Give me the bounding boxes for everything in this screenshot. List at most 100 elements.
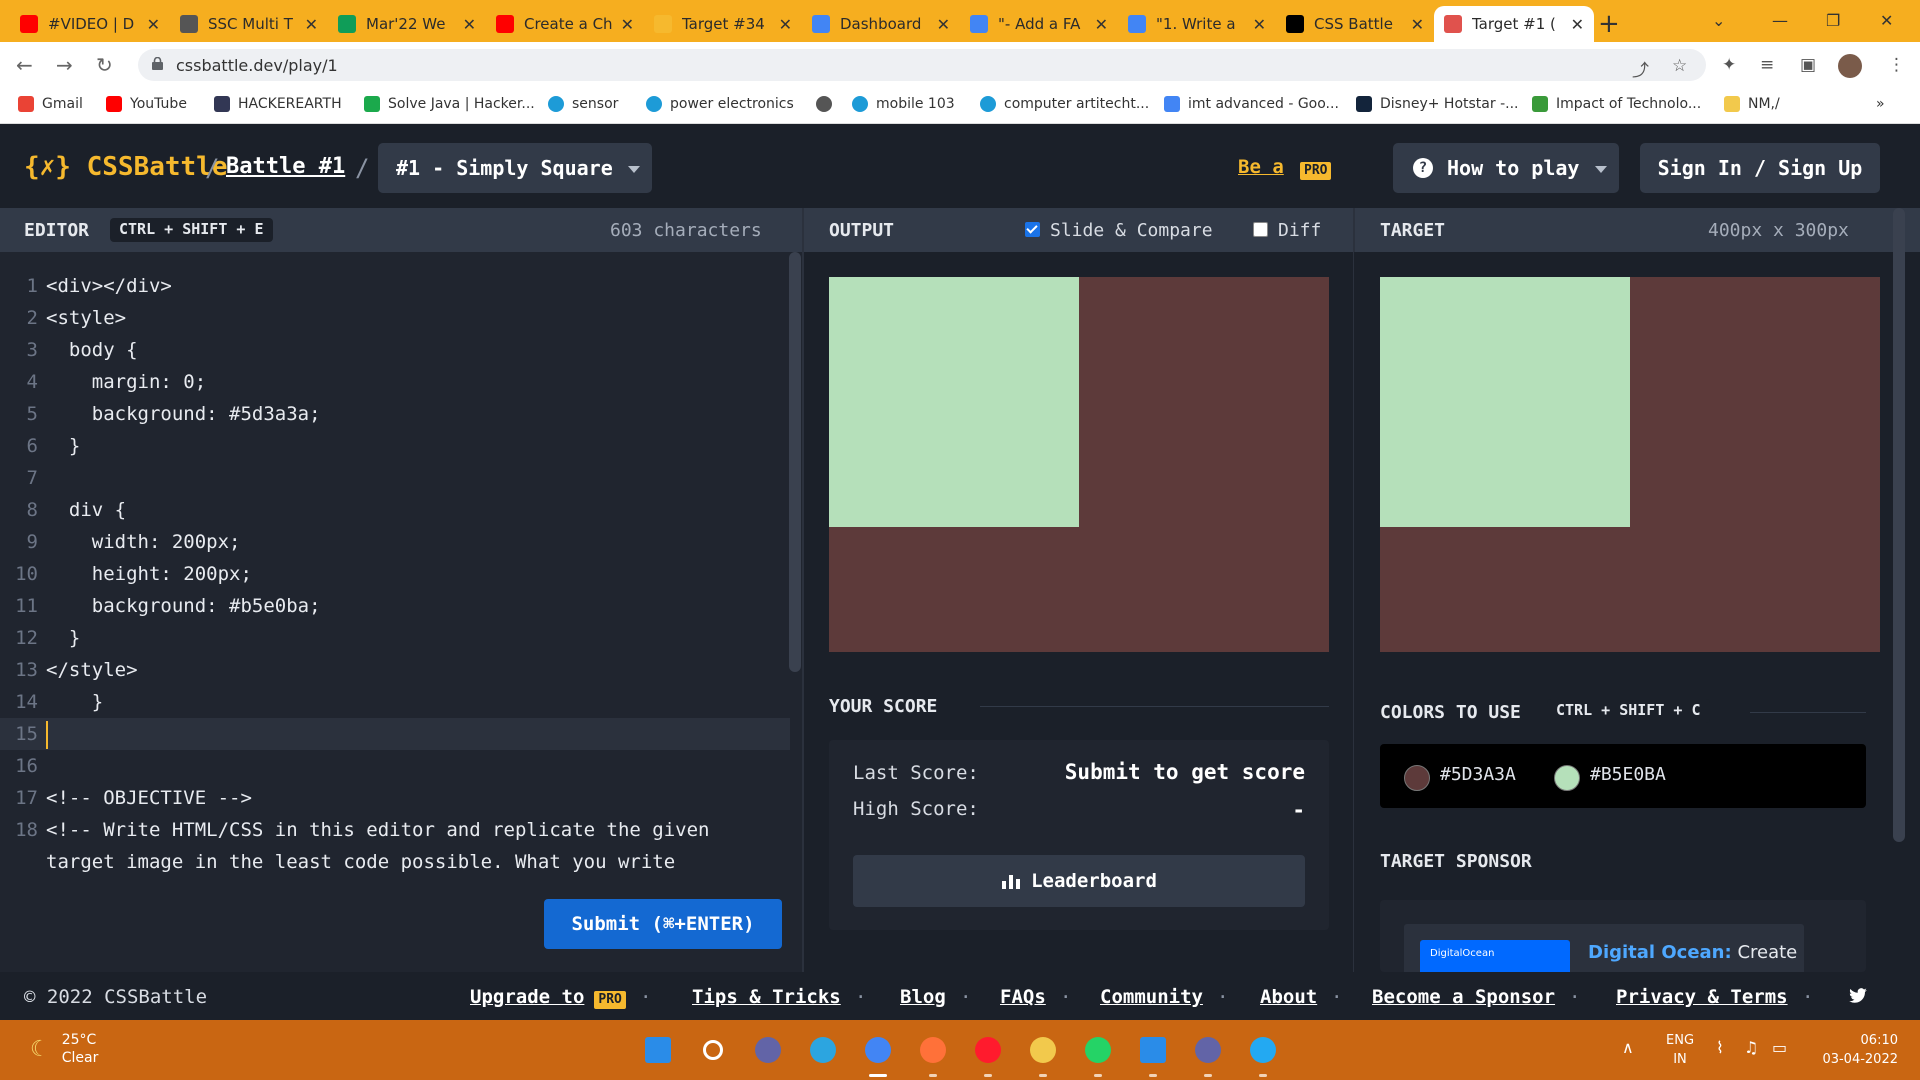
browser-tab[interactable]: "- Add a FA ✕: [960, 6, 1118, 42]
twitter-icon[interactable]: [1848, 988, 1868, 1004]
close-tab-icon[interactable]: ✕: [1411, 15, 1424, 34]
browser-tab[interactable]: Mar'22 We ✕: [328, 6, 486, 42]
sponsor-card[interactable]: DigitalOcean Digital Ocean: Create: [1380, 900, 1866, 972]
extensions-icon[interactable]: ✦: [1722, 55, 1736, 75]
leaderboard-button[interactable]: Leaderboard: [853, 855, 1305, 907]
bookmark-item[interactable]: Solve Java | Hacker...: [364, 96, 535, 112]
editor-scrollbar[interactable]: [789, 252, 801, 672]
file-explorer-icon[interactable]: [1025, 1032, 1061, 1068]
color-swatch[interactable]: [1404, 765, 1430, 791]
bookmark-item[interactable]: imt advanced - Goo...: [1164, 96, 1339, 112]
bookmark-item[interactable]: mobile 103: [852, 96, 955, 112]
browser-tab[interactable]: SSC Multi T ✕: [170, 6, 328, 42]
code-line[interactable]: 13 </style>: [0, 654, 790, 686]
wifi-icon[interactable]: ⌇: [1716, 1038, 1724, 1057]
output-preview[interactable]: [829, 277, 1329, 652]
code-line[interactable]: 14 }: [0, 686, 790, 718]
close-tab-icon[interactable]: ✕: [1253, 15, 1266, 34]
color-hex[interactable]: #B5E0BA: [1590, 764, 1666, 785]
code-line[interactable]: 16: [0, 750, 790, 782]
page-scrollbar[interactable]: [1893, 208, 1905, 842]
opera-icon[interactable]: [970, 1032, 1006, 1068]
footer-link[interactable]: Blog: [900, 986, 946, 1008]
bookmark-item[interactable]: computer artitecht...: [980, 96, 1149, 112]
close-window-button[interactable]: ✕: [1880, 6, 1893, 36]
bookmark-item[interactable]: NM,/: [1724, 96, 1780, 112]
battery-icon[interactable]: ▭: [1772, 1038, 1787, 1057]
url-field[interactable]: cssbattle.dev/play/1 ⤴ ☆: [138, 49, 1706, 81]
close-tab-icon[interactable]: ✕: [1095, 15, 1108, 34]
bookmark-item[interactable]: Disney+ Hotstar -...: [1356, 96, 1518, 112]
minimize-button[interactable]: —: [1772, 6, 1788, 36]
volume-icon[interactable]: ♫: [1744, 1038, 1758, 1057]
bookmark-item[interactable]: Impact of Technolo...: [1532, 96, 1701, 112]
breadcrumb-battle-link[interactable]: Battle #1: [226, 154, 345, 179]
level-select[interactable]: #1 - Simply Square: [378, 143, 652, 193]
footer-link[interactable]: Privacy & Terms: [1616, 986, 1788, 1008]
chevron-up-icon[interactable]: ∧: [1622, 1038, 1634, 1057]
slide-compare-checkbox[interactable]: [1025, 221, 1040, 237]
code-line[interactable]: 6 }: [0, 430, 790, 462]
close-tab-icon[interactable]: ✕: [147, 15, 160, 34]
code-editor[interactable]: 1 <div></div> 2 <style> 3 body {4 margin: 0;…: [0, 252, 803, 972]
reload-icon[interactable]: ↻: [96, 50, 113, 80]
diff-checkbox[interactable]: [1253, 221, 1268, 237]
cssbattle-logo[interactable]: {✗} CSSBattle: [24, 152, 228, 182]
sponsor-banner[interactable]: DigitalOcean Digital Ocean: Create: [1404, 924, 1804, 972]
clock[interactable]: 06:10 03-04-2022: [1818, 1031, 1898, 1069]
close-tab-icon[interactable]: ✕: [305, 15, 318, 34]
back-icon[interactable]: ←: [16, 50, 33, 80]
close-tab-icon[interactable]: ✕: [1571, 15, 1584, 34]
search-icon[interactable]: [695, 1032, 731, 1068]
bookmark-star-icon[interactable]: ☆: [1672, 56, 1687, 76]
code-line[interactable]: 1 <div></div>: [0, 270, 790, 302]
teams-meet-icon[interactable]: [750, 1032, 786, 1068]
color-swatch[interactable]: [1554, 765, 1580, 791]
weather-widget[interactable]: ☾ 25°C Clear: [30, 1031, 98, 1067]
browser-tab[interactable]: Target #34 ✕: [644, 6, 802, 42]
vscode-icon[interactable]: [1245, 1032, 1281, 1068]
code-line[interactable]: 3 body {: [0, 334, 790, 366]
browser-tab[interactable]: "1. Write a ✕: [1118, 6, 1276, 42]
code-line[interactable]: 4 margin: 0;: [0, 366, 790, 398]
share-icon[interactable]: ⤴: [1632, 56, 1649, 81]
diff-toggle[interactable]: Diff: [1253, 220, 1321, 241]
menu-dots-icon[interactable]: ⋮: [1888, 55, 1905, 75]
code-line[interactable]: 18 <!-- Write HTML/CSS in this editor and…: [0, 814, 790, 846]
browser-tab[interactable]: CSS Battle ✕: [1276, 6, 1434, 42]
be-pro-link[interactable]: Be a: [1238, 156, 1284, 178]
footer-link[interactable]: About: [1260, 986, 1317, 1008]
side-panel-icon[interactable]: ▣: [1800, 55, 1816, 75]
telegram-icon[interactable]: [805, 1032, 841, 1068]
footer-link[interactable]: Tips & Tricks: [692, 986, 841, 1008]
windows-start-icon[interactable]: [640, 1032, 676, 1068]
footer-link[interactable]: Upgrade to PRO: [470, 986, 626, 1009]
chrome-icon[interactable]: [860, 1032, 896, 1068]
sign-in-button[interactable]: Sign In / Sign Up: [1640, 143, 1880, 193]
code-line[interactable]: 12 }: [0, 622, 790, 654]
bookmark-item[interactable]: [816, 96, 840, 112]
close-tab-icon[interactable]: ✕: [937, 15, 950, 34]
bookmark-item[interactable]: HACKEREARTH: [214, 96, 342, 112]
browser-tab[interactable]: #VIDEO | D ✕: [10, 6, 170, 42]
code-line[interactable]: 11 background: #b5e0ba;: [0, 590, 790, 622]
new-tab-button[interactable]: +: [1598, 6, 1620, 42]
teams-icon[interactable]: [1190, 1032, 1226, 1068]
code-line[interactable]: 10 height: 200px;: [0, 558, 790, 590]
submit-button[interactable]: Submit (⌘+ENTER): [544, 899, 782, 949]
footer-link[interactable]: Become a Sponsor: [1372, 986, 1555, 1008]
bookmark-item[interactable]: sensor: [548, 96, 618, 112]
code-line[interactable]: 2 <style>: [0, 302, 790, 334]
bookmark-item[interactable]: Gmail: [18, 96, 83, 112]
firefox-icon[interactable]: [915, 1032, 951, 1068]
close-tab-icon[interactable]: ✕: [621, 15, 634, 34]
slide-compare-toggle[interactable]: Slide & Compare: [1025, 220, 1213, 241]
tab-search-icon[interactable]: ⌄: [1712, 6, 1725, 36]
close-tab-icon[interactable]: ✕: [463, 15, 476, 34]
footer-link[interactable]: Community: [1100, 986, 1203, 1008]
media-icon[interactable]: ≡: [1760, 55, 1774, 75]
code-line[interactable]: target image in the least code possible.…: [0, 846, 790, 878]
more-bookmarks-button[interactable]: »: [1876, 96, 1885, 112]
browser-tab[interactable]: Create a Ch ✕: [486, 6, 644, 42]
language-indicator[interactable]: ENG IN: [1666, 1031, 1694, 1069]
